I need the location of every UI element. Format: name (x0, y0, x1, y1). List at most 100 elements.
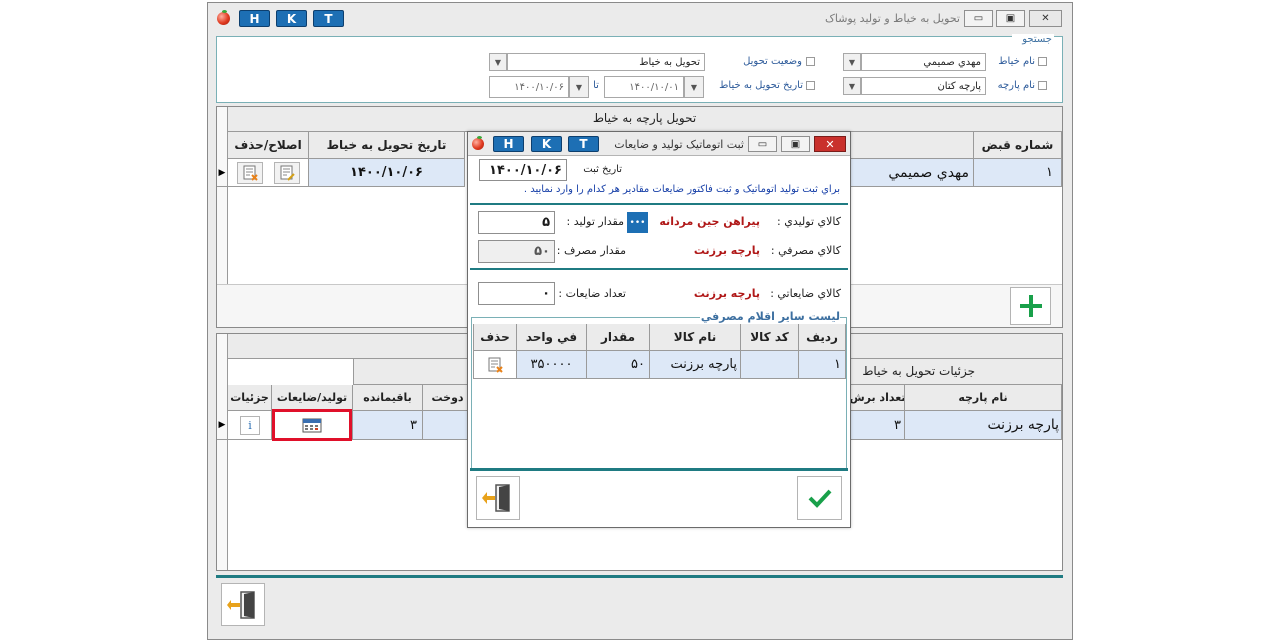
column-header-production[interactable]: توليد/ضايعات (272, 385, 353, 411)
waste-count-input[interactable]: ۰ (478, 282, 555, 305)
list-header-code[interactable]: کد کالا (741, 324, 799, 351)
delivery-date-checkbox[interactable] (806, 81, 815, 90)
dialog-divider-1 (470, 203, 848, 205)
restore-button[interactable]: ▣ (996, 10, 1025, 27)
chevron-down-icon[interactable]: ▼ (684, 76, 704, 98)
dialog-close-button[interactable]: ✕ (814, 136, 846, 152)
exit-door-icon (227, 590, 255, 619)
list-row-cell[interactable]: ۱ (799, 351, 846, 379)
list-header-row[interactable]: رديف (799, 324, 846, 351)
keyboard-button[interactable]: K (276, 10, 307, 27)
calculator-icon (302, 418, 322, 433)
remaining-cell[interactable]: ۳ (353, 411, 423, 440)
chevron-down-icon[interactable]: ▼ (569, 76, 589, 98)
delivery-status-combo[interactable]: تحويل به خياط (507, 53, 705, 71)
dialog-divider-3 (470, 468, 848, 471)
edit-icon[interactable] (274, 162, 300, 184)
chevron-down-icon[interactable]: ▼ (843, 53, 861, 71)
column-header-remaining[interactable]: باقيمانده (353, 385, 423, 411)
window-title: تحويل به خياط و توليد پوشاک (825, 12, 960, 25)
list-header-delete[interactable]: حذف (473, 324, 517, 351)
list-header-qty[interactable]: مقدار (587, 324, 650, 351)
dialog-restore-button[interactable]: ▣ (781, 136, 810, 152)
column-header-receipt-no[interactable]: شماره قبض (974, 132, 1062, 159)
fabric-name-cell[interactable]: پارچه برزنت (905, 411, 1062, 440)
row-indicator[interactable]: ▶ (217, 159, 228, 187)
fabric-name-label: نام پارچه (997, 80, 1035, 91)
more-options-button[interactable]: ••• (627, 212, 648, 233)
tailor-name-combo[interactable]: مهدي صميمي (861, 53, 986, 71)
dialog-help-button[interactable]: H (493, 136, 524, 152)
consumables-list-legend: ليست ساير اقلام مصرفي (700, 310, 840, 323)
receipt-no-cell[interactable]: ۱ (974, 159, 1062, 187)
consumed-item-value: پارچه برزنت (693, 244, 760, 257)
tools-button[interactable]: T (313, 10, 344, 27)
tailor-name-label: نام خياط (998, 56, 1035, 67)
date-to-label: تا (593, 80, 599, 91)
column-header-actions[interactable]: اصلاح/حذف (228, 132, 309, 159)
list-header-name[interactable]: نام کالا (650, 324, 741, 351)
waste-count-label: تعداد ضايعات : (558, 287, 626, 300)
delete-icon[interactable] (237, 162, 263, 184)
help-button[interactable]: H (239, 10, 270, 27)
row-selector-column-2 (217, 334, 228, 570)
delete-icon[interactable] (483, 354, 507, 376)
consumption-qty-label: مقدار مصرف : (556, 244, 626, 257)
confirm-button[interactable] (797, 476, 842, 520)
column-header-details[interactable]: جزئيات (228, 385, 272, 411)
dialog-title: ثبت اتوماتيک توليد و ضايعات (614, 138, 744, 151)
cut-count-cell[interactable]: ۳ (851, 411, 905, 440)
exit-button[interactable] (221, 583, 265, 626)
fabric-name-checkbox[interactable] (1038, 81, 1047, 90)
list-header-unit-price[interactable]: في واحد (517, 324, 587, 351)
close-button[interactable]: ✕ (1029, 10, 1062, 27)
chevron-down-icon[interactable]: ▼ (843, 77, 861, 95)
delivery-grid-caption: تحويل پارچه به خياط (592, 111, 697, 125)
produced-item-label: کالاي توليدي : (777, 215, 841, 228)
dialog-divider-2 (470, 268, 848, 270)
info-icon[interactable]: i (240, 416, 260, 435)
minimize-button[interactable]: ▭ (964, 10, 993, 27)
reg-date-label: تاريخ ثبت (583, 164, 622, 175)
dialog-exit-button[interactable] (476, 476, 520, 520)
plus-icon (1019, 295, 1042, 317)
production-qty-input[interactable]: ۵ (478, 211, 555, 234)
produced-item-value: پيراهن جين مردانه (659, 215, 760, 228)
dialog-keyboard-button[interactable]: K (531, 136, 562, 152)
reg-date-input[interactable]: ۱۴۰۰/۱۰/۰۶ (479, 159, 567, 181)
chevron-down-icon[interactable]: ▼ (489, 53, 507, 71)
delivery-status-checkbox[interactable] (806, 57, 815, 66)
add-button[interactable] (1010, 287, 1051, 325)
exit-door-icon (482, 484, 510, 512)
consumed-item-label: کالاي مصرفي : (770, 244, 841, 257)
delivery-date-label: تاريخ تحويل به خياط (719, 80, 803, 91)
instruction-text: براي ثبت توليد اتوماتيک و ثبت فاکتور ضاي… (523, 184, 840, 195)
waste-item-label: کالاي ضايعاتي : (770, 287, 841, 300)
consumption-qty-input[interactable]: ۵۰ (478, 240, 555, 263)
column-header-date[interactable]: تاريخ تحويل به خياط (309, 132, 465, 159)
list-name-cell[interactable]: پارچه برزنت (650, 351, 741, 379)
details-grid-caption: جزئيات تحويل به خياط (862, 364, 975, 378)
production-waste-button[interactable] (272, 409, 352, 441)
tailor-name-checkbox[interactable] (1038, 57, 1047, 66)
date-cell[interactable]: ۱۴۰۰/۱۰/۰۶ (309, 159, 465, 187)
tailor-cell[interactable]: مهدي صميمي (851, 159, 974, 187)
production-qty-label: مقدار توليد : (566, 215, 625, 228)
list-unit-price-cell[interactable]: ۳۵۰۰۰۰ (517, 351, 587, 379)
divider (216, 575, 1063, 578)
date-to-input[interactable]: ۱۴۰۰/۱۰/۰۶ (489, 76, 569, 98)
column-header-tailor[interactable] (851, 132, 974, 159)
column-header-cut-count[interactable]: تعداد برش (851, 385, 905, 411)
fabric-name-combo[interactable]: پارچه کتان (861, 77, 986, 95)
dialog-minimize-button[interactable]: ▭ (748, 136, 777, 152)
waste-item-value: پارچه برزنت (693, 287, 760, 300)
search-legend: جستجو (1012, 34, 1054, 45)
delivery-status-label: وضعيت تحويل (743, 56, 802, 67)
list-qty-cell[interactable]: ۵۰ (587, 351, 650, 379)
dialog-app-icon (472, 136, 484, 150)
date-from-input[interactable]: ۱۴۰۰/۱۰/۰۱ (604, 76, 684, 98)
row-indicator[interactable]: ▶ (217, 411, 228, 440)
check-icon (808, 489, 831, 508)
column-header-fabric-name[interactable]: نام پارچه (905, 385, 1062, 411)
list-code-cell[interactable] (741, 351, 799, 379)
